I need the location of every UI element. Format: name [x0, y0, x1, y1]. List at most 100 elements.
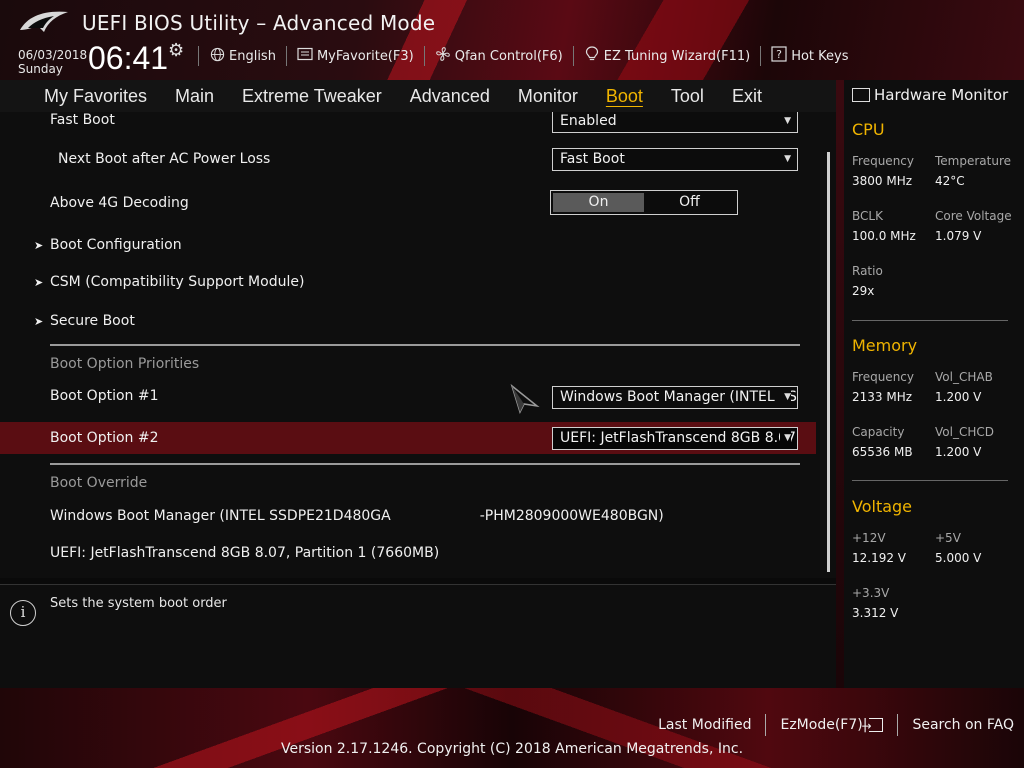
mouse-cursor-icon: [510, 384, 540, 414]
boot-option-1-value: Windows Boot Manager (INTEL SSDPE21D480G…: [560, 389, 797, 405]
section-divider: [852, 480, 1008, 481]
ezmode-label: EzMode(F7)|: [780, 717, 868, 733]
vol-chab-label: Vol_CHAB: [935, 370, 993, 384]
boot-option-2-dropdown[interactable]: UEFI: JetFlashTranscend 8GB 8.07, Partit…: [552, 427, 798, 450]
section-divider: [50, 344, 800, 346]
footer-links: Last Modified EzMode(F7)| Search on FAQ: [644, 714, 1014, 737]
main-nav: My Favorites Main Extreme Tweaker Advanc…: [0, 80, 836, 112]
help-text: Sets the system boot order: [50, 596, 227, 611]
vol-chab-value: 1.200 V: [935, 390, 982, 404]
memory-frequency-label: Frequency: [852, 370, 914, 384]
boot-priorities-header: Boot Option Priorities: [50, 356, 200, 372]
boot-option-2-row[interactable]: Boot Option #2 UEFI: JetFlashTranscend 8…: [0, 422, 816, 454]
day-text: Sunday: [18, 62, 63, 76]
boot-option-1-label: Boot Option #1: [50, 388, 159, 404]
tab-extreme-tweaker[interactable]: Extreme Tweaker: [228, 80, 396, 112]
submenu-boot-configuration[interactable]: ➤ Boot Configuration: [0, 229, 816, 261]
tab-tool[interactable]: Tool: [657, 80, 718, 112]
next-boot-value: Fast Boot: [560, 151, 625, 167]
boot-override-usb[interactable]: UEFI: JetFlashTranscend 8GB 8.07, Partit…: [50, 545, 439, 561]
vol-chcd-value: 1.200 V: [935, 445, 982, 459]
v33-label: +3.3V: [852, 586, 890, 600]
v33-value: 3.312 V: [852, 606, 899, 620]
vol-chcd-label: Vol_CHCD: [935, 425, 994, 439]
boot-option-1-dropdown[interactable]: Windows Boot Manager (INTEL SSDPE21D480G…: [552, 386, 798, 409]
ratio-value: 29x: [852, 284, 875, 298]
qfan-control-label: Qfan Control(F6): [454, 48, 563, 64]
ez-tuning-wizard-button[interactable]: EZ Tuning Wizard(F11): [572, 46, 760, 66]
date-display: 06/03/2018 Sunday: [18, 48, 87, 76]
cpu-frequency-value: 3800 MHz: [852, 174, 913, 188]
capacity-label: Capacity: [852, 425, 905, 439]
gear-icon[interactable]: ⚙: [168, 40, 184, 61]
ezmode-button[interactable]: EzMode(F7)|: [765, 714, 897, 737]
submenu-label: CSM (Compatibility Support Module): [50, 274, 305, 290]
exit-icon: [861, 715, 884, 737]
submenu-csm[interactable]: ➤ CSM (Compatibility Support Module): [0, 266, 816, 298]
language-button[interactable]: English: [198, 46, 286, 66]
chevron-right-icon: ➤: [34, 238, 44, 252]
tab-exit[interactable]: Exit: [718, 80, 776, 112]
tab-boot[interactable]: Boot: [592, 80, 657, 112]
core-voltage-label: Core Voltage: [935, 209, 1012, 223]
myfavorite-button[interactable]: MyFavorite(F3): [285, 46, 424, 66]
ratio-label: Ratio: [852, 264, 883, 278]
chevron-down-icon: ▼: [784, 116, 791, 126]
tab-main[interactable]: Main: [161, 80, 228, 112]
language-label: English: [229, 48, 276, 64]
bclk-label: BCLK: [852, 209, 883, 223]
chevron-right-icon: ➤: [34, 314, 44, 328]
globe-icon: [209, 47, 225, 66]
tab-my-favorites[interactable]: My Favorites: [30, 80, 161, 112]
core-voltage-value: 1.079 V: [935, 229, 982, 243]
tab-advanced[interactable]: Advanced: [396, 80, 504, 112]
chevron-down-icon: ▼: [780, 387, 791, 408]
submenu-label: Boot Configuration: [50, 237, 182, 253]
question-icon: ?: [771, 46, 787, 66]
boot-override-header: Boot Override: [50, 475, 148, 491]
submenu-secure-boot[interactable]: ➤ Secure Boot: [0, 305, 816, 337]
qfan-control-button[interactable]: Qfan Control(F6): [423, 46, 573, 66]
boot-option-2-value: UEFI: JetFlashTranscend 8GB 8.07, Partit…: [560, 430, 797, 446]
boot-override-windows[interactable]: Windows Boot Manager (INTEL SSDPE21D480G…: [50, 508, 664, 524]
help-panel: i Sets the system boot order: [0, 584, 836, 688]
next-boot-label: Next Boot after AC Power Loss: [58, 151, 271, 167]
fast-boot-dropdown[interactable]: Enabled ▼: [552, 112, 798, 133]
toggle-off-option[interactable]: Off: [644, 193, 735, 212]
rog-logo-icon: [20, 11, 68, 32]
next-boot-row[interactable]: Next Boot after AC Power Loss Fast Boot …: [0, 143, 816, 175]
above-4g-label: Above 4G Decoding: [50, 195, 189, 211]
date-text: 06/03/2018: [18, 48, 88, 62]
v5-label: +5V: [935, 531, 961, 545]
fast-boot-row[interactable]: Fast Boot Enabled ▼: [0, 112, 816, 136]
above-4g-toggle[interactable]: On Off: [550, 190, 738, 215]
search-faq-button[interactable]: Search on FAQ: [897, 714, 1014, 736]
scrollbar[interactable]: [827, 152, 830, 572]
side-divider: [836, 80, 844, 688]
fan-icon: [435, 46, 451, 66]
next-boot-dropdown[interactable]: Fast Boot ▼: [552, 148, 798, 171]
header-toolbar: English MyFavorite(F3) Qfan Control(F6) …: [198, 46, 859, 66]
section-divider: [852, 320, 1008, 321]
fast-boot-label: Fast Boot: [50, 112, 115, 128]
clock-display: 06:41: [88, 40, 169, 76]
hot-keys-button[interactable]: ? Hot Keys: [760, 46, 858, 66]
ez-tuning-wizard-label: EZ Tuning Wizard(F11): [603, 48, 751, 64]
version-text: Version 2.17.1246. Copyright (C) 2018 Am…: [280, 741, 744, 757]
last-modified-button[interactable]: Last Modified: [644, 714, 765, 736]
info-icon: i: [10, 600, 36, 626]
chevron-down-icon: ▼: [784, 154, 791, 164]
fast-boot-value: Enabled: [560, 113, 617, 129]
cpu-frequency-label: Frequency: [852, 154, 914, 168]
myfavorite-label: MyFavorite(F3): [316, 48, 414, 64]
last-modified-label: Last Modified: [658, 717, 752, 733]
toggle-on-option[interactable]: On: [553, 193, 644, 212]
boot-option-1-row[interactable]: Boot Option #1 Windows Boot Manager (INT…: [0, 380, 816, 412]
hardware-monitor-label: Hardware Monitor: [874, 86, 1009, 104]
chevron-down-icon: ▼: [780, 428, 791, 449]
tab-monitor[interactable]: Monitor: [504, 80, 592, 112]
above-4g-row[interactable]: Above 4G Decoding On Off: [0, 187, 816, 219]
v12-value: 12.192 V: [852, 551, 907, 565]
v12-label: +12V: [852, 531, 886, 545]
hardware-monitor-panel: Hardware Monitor CPU Frequency Temperatu…: [844, 80, 1024, 688]
